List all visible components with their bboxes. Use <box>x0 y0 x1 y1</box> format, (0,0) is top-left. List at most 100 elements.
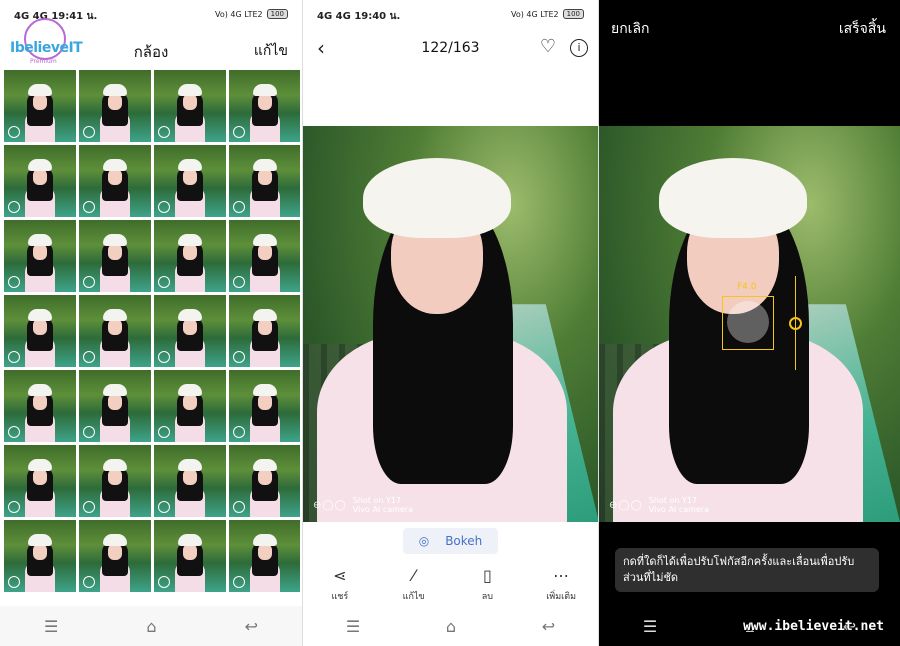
live-photo-icon <box>158 276 170 288</box>
photo-thumbnail[interactable] <box>79 370 151 442</box>
live-photo-icon <box>8 576 20 588</box>
site-watermark: www.ibelieveit.net <box>743 619 884 634</box>
photo-thumbnail[interactable] <box>4 145 76 217</box>
gallery-panel: 4G 4G 19:41 น. Vo) 4G LTE2 100 IbelieveIT… <box>0 0 303 646</box>
info-icon[interactable]: i <box>570 39 588 57</box>
photo-thumbnail[interactable] <box>79 70 151 142</box>
live-photo-icon <box>158 576 170 588</box>
nav-bar: ☰ ⌂ ↩ <box>303 606 598 646</box>
thumbnail-grid <box>4 70 300 608</box>
aperture-icon: ◎ <box>410 531 438 551</box>
live-photo-icon <box>83 201 95 213</box>
live-photo-icon <box>233 501 245 513</box>
status-bar: 4G 4G 19:40 น. Vo) 4G LTE2 100 <box>303 0 598 30</box>
photo-thumbnail[interactable] <box>79 295 151 367</box>
photo-thumbnail[interactable] <box>154 145 226 217</box>
photo-thumbnail[interactable] <box>229 220 300 292</box>
photo-thumbnail[interactable] <box>154 70 226 142</box>
photo-thumbnail[interactable] <box>4 370 76 442</box>
live-photo-icon <box>8 126 20 138</box>
photo-thumbnail[interactable] <box>229 520 300 592</box>
aperture-slider-handle[interactable] <box>789 317 802 330</box>
trash-icon: ▯ <box>482 566 492 585</box>
photo-thumbnail[interactable] <box>154 295 226 367</box>
photo-thumbnail[interactable] <box>79 445 151 517</box>
live-photo-icon <box>158 351 170 363</box>
home-icon[interactable]: ⌂ <box>146 617 156 636</box>
live-photo-icon <box>8 351 20 363</box>
delete-button[interactable]: ▯ ลบ <box>457 566 517 606</box>
more-button[interactable]: ⋯ เพิ่มเติม <box>531 566 591 606</box>
live-photo-icon <box>233 426 245 438</box>
live-photo-icon <box>233 126 245 138</box>
home-icon[interactable]: ⌂ <box>446 617 456 636</box>
live-photo-icon <box>233 576 245 588</box>
photo-thumbnail[interactable] <box>229 295 300 367</box>
live-photo-icon <box>158 426 170 438</box>
menu-icon[interactable]: ☰ <box>44 617 58 636</box>
photo-thumbnail[interactable] <box>4 70 76 142</box>
live-photo-icon <box>8 426 20 438</box>
live-photo-icon <box>158 126 170 138</box>
live-photo-icon <box>83 501 95 513</box>
photo-thumbnail[interactable] <box>229 370 300 442</box>
cancel-button[interactable]: ยกเลิก <box>611 18 650 40</box>
live-photo-icon <box>233 276 245 288</box>
live-photo-icon <box>83 351 95 363</box>
menu-icon[interactable]: ☰ <box>643 617 657 636</box>
live-photo-icon <box>233 201 245 213</box>
share-button[interactable]: ⋖ แชร์ <box>310 566 370 606</box>
photo-thumbnail[interactable] <box>79 145 151 217</box>
more-icon: ⋯ <box>553 566 570 585</box>
done-button[interactable]: เสร็จสิ้น <box>839 18 886 40</box>
battery-icon: 100 <box>562 9 584 19</box>
nav-bar: ☰ ⌂ ↩ <box>0 606 302 646</box>
live-photo-icon <box>158 501 170 513</box>
back-icon[interactable]: ↩ <box>542 617 555 636</box>
viewer-header: ‹ 122/163 ♡ i <box>303 30 598 70</box>
photo-thumbnail[interactable] <box>154 370 226 442</box>
photo-watermark: ⊖◯◯ Shot on Y17 Vivo AI camera <box>313 496 414 514</box>
photo-thumbnail[interactable] <box>229 445 300 517</box>
live-photo-icon <box>83 576 95 588</box>
photo-thumbnail[interactable] <box>79 220 151 292</box>
action-bar: ⋖ แชร์ ⁄ แก้ไข ▯ ลบ ⋯ เพิ่มเติม <box>303 566 598 606</box>
photo-thumbnail[interactable] <box>4 295 76 367</box>
live-photo-icon <box>83 426 95 438</box>
photo-thumbnail[interactable] <box>229 145 300 217</box>
photo-thumbnail[interactable] <box>154 220 226 292</box>
live-photo-icon <box>8 501 20 513</box>
live-photo-icon <box>233 351 245 363</box>
photo-thumbnail[interactable] <box>154 520 226 592</box>
photo-watermark: ⊖◯◯ Shot on Y17 Vivo AI camera <box>609 496 710 514</box>
photo-thumbnail[interactable] <box>4 445 76 517</box>
hint-toast: กดที่ใดก็ได้เพื่อปรับโฟกัสอีกครั้งและเลื… <box>615 548 879 592</box>
main-photo[interactable]: ⊖◯◯ Shot on Y17 Vivo AI camera <box>303 126 598 522</box>
aperture-value: F4.0 <box>737 282 757 292</box>
live-photo-icon <box>83 276 95 288</box>
edit-button[interactable]: แก้ไข <box>254 40 288 62</box>
status-right: Vo) 4G LTE2 100 <box>215 9 288 19</box>
magic-wand-icon: ⁄ <box>412 566 415 585</box>
status-time: 4G 4G 19:40 น. <box>317 11 401 22</box>
focus-box[interactable] <box>722 296 774 350</box>
live-photo-icon <box>158 201 170 213</box>
photo-thumbnail[interactable] <box>79 520 151 592</box>
photo-thumbnail[interactable] <box>4 520 76 592</box>
heart-icon[interactable]: ♡ <box>540 36 556 57</box>
menu-icon[interactable]: ☰ <box>346 617 360 636</box>
live-photo-icon <box>8 276 20 288</box>
photo-thumbnail[interactable] <box>229 70 300 142</box>
viewer-panel: 4G 4G 19:40 น. Vo) 4G LTE2 100 ‹ 122/163 … <box>303 0 599 646</box>
back-icon[interactable]: ↩ <box>245 617 258 636</box>
photo-thumbnail[interactable] <box>154 445 226 517</box>
live-photo-icon <box>8 201 20 213</box>
photo-thumbnail[interactable] <box>4 220 76 292</box>
gallery-header: กล้อง แก้ไข <box>0 30 302 70</box>
battery-icon: 100 <box>266 9 288 19</box>
bokeh-edit-panel: ยกเลิก เสร็จสิ้น ⊖◯◯ Shot on Y17 Vivo AI … <box>599 0 900 646</box>
edit-photo-button[interactable]: ⁄ แก้ไข <box>384 566 444 606</box>
share-icon: ⋖ <box>333 566 347 585</box>
bokeh-button[interactable]: ◎ Bokeh <box>303 528 598 554</box>
live-photo-icon <box>83 126 95 138</box>
